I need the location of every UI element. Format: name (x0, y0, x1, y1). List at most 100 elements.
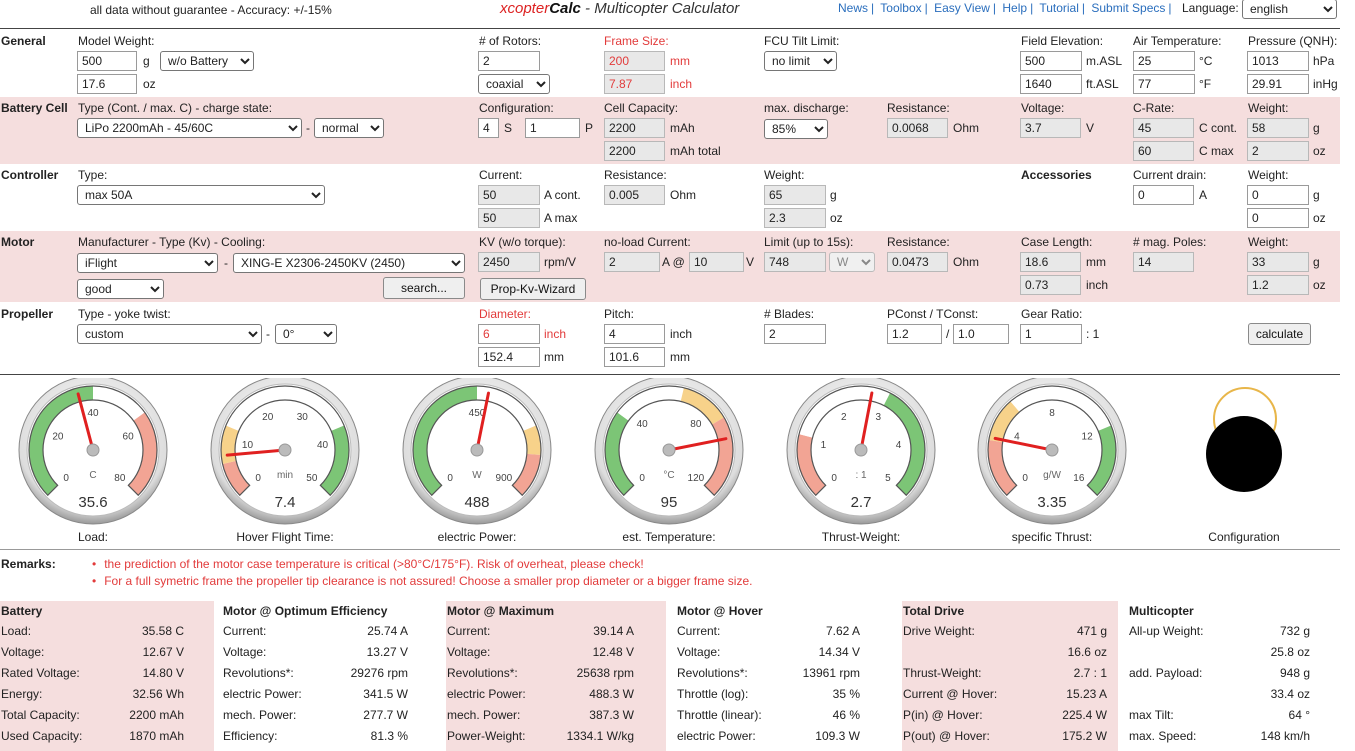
capacity-total-input[interactable] (604, 141, 665, 161)
max-discharge-label: max. discharge: (764, 101, 849, 115)
unit-a-cont: A cont. (544, 188, 581, 202)
kv-input[interactable] (478, 252, 540, 272)
limit-input[interactable] (764, 252, 826, 272)
battery-mode-select[interactable]: w/o Battery (160, 51, 254, 71)
parallel-input[interactable] (525, 118, 580, 138)
result-label: electric Power: (677, 729, 756, 743)
nav-submit-specs[interactable]: Submit Specs (1091, 1, 1165, 15)
nav-easy-view[interactable]: Easy View (934, 1, 990, 15)
model-weight-oz-input[interactable] (77, 74, 137, 94)
result-label: Current: (223, 624, 267, 638)
elevation-m-input[interactable] (1020, 51, 1082, 71)
pitch-mm-input[interactable] (604, 347, 665, 367)
prop-kv-wizard-button[interactable]: Prop-Kv-Wizard (480, 278, 586, 300)
controller-weight-oz-input[interactable] (764, 208, 826, 228)
frame-inch-input[interactable] (604, 74, 665, 94)
frame-mm-input[interactable] (604, 51, 665, 71)
gauge-unit: min (277, 470, 293, 481)
battery-resistance-input[interactable] (887, 118, 948, 138)
unit-mm: mm (670, 350, 690, 364)
motor-resistance-input[interactable] (887, 252, 948, 272)
current-max-input[interactable] (478, 208, 540, 228)
nav-toolbox[interactable]: Toolbox (880, 1, 921, 15)
controller-resistance-input[interactable] (604, 185, 665, 205)
result-label: Drive Weight: (903, 624, 975, 638)
rotor-layout-select[interactable]: coaxial (478, 74, 550, 94)
gauge-value: 35.6 (78, 494, 108, 511)
pconst-input[interactable] (887, 324, 942, 344)
language-select[interactable]: english (1242, 0, 1337, 19)
diameter-mm-input[interactable] (478, 347, 540, 367)
mag-poles-input[interactable] (1133, 252, 1194, 272)
nav-tutorial[interactable]: Tutorial (1039, 1, 1079, 15)
result-label: max. Speed: (1129, 729, 1197, 743)
section-motor: Motor (1, 235, 35, 249)
c-cont-input[interactable] (1133, 118, 1194, 138)
cooling-select[interactable]: good (77, 279, 164, 299)
gauge-value: 7.4 (274, 494, 296, 511)
controller-weight-g-input[interactable] (764, 185, 826, 205)
model-weight-g-input[interactable] (77, 51, 137, 71)
fcu-tilt-select[interactable]: no limit (764, 51, 837, 71)
unit-rpmv: rpm/V (544, 255, 577, 269)
unit-inch: inch (1086, 278, 1109, 292)
series-input[interactable] (478, 118, 499, 138)
limit-unit-select[interactable]: W (829, 252, 875, 272)
blades-label: # Blades: (764, 307, 815, 321)
battery-weight-oz-input[interactable] (1247, 141, 1309, 161)
nav-news[interactable]: News (838, 1, 868, 15)
accessory-weight-oz-input[interactable] (1247, 208, 1309, 228)
results-column-title: Multicopter (1129, 604, 1194, 618)
capacity-input[interactable] (604, 118, 665, 138)
blades-input[interactable] (764, 324, 826, 344)
calculate-button[interactable]: calculate (1248, 323, 1311, 345)
accessory-weight-g-input[interactable] (1247, 185, 1309, 205)
unit-oz: oz (143, 77, 156, 91)
case-length-inch-input[interactable] (1020, 275, 1081, 295)
current-drain-input[interactable] (1133, 185, 1194, 205)
gauge-tick-label: 80 (690, 419, 702, 430)
noload-voltage-input[interactable] (689, 252, 744, 272)
charge-state-select[interactable]: normal (314, 118, 384, 138)
controller-type-select[interactable]: max 50A (77, 185, 325, 205)
gauge-tick-label: 20 (52, 431, 64, 442)
rotors-input[interactable] (478, 51, 540, 71)
unit-mm: mm (1086, 255, 1106, 269)
air-temp-f-input[interactable] (1133, 74, 1195, 94)
max-discharge-select[interactable]: 85% (764, 119, 828, 139)
pressure-hpa-input[interactable] (1247, 51, 1309, 71)
current-cont-input[interactable] (478, 185, 540, 205)
fcu-tilt-label: FCU Tilt Limit: (764, 34, 840, 48)
manufacturer-select[interactable]: iFlight (77, 253, 218, 273)
prop-type-select[interactable]: custom (77, 324, 262, 344)
motor-weight-g-input[interactable] (1247, 252, 1309, 272)
gauge-tick-label: 1 (821, 440, 827, 451)
case-length-mm-input[interactable] (1020, 252, 1081, 272)
results-column: Motor @ Optimum Efficiency Current: 25.74 … (222, 601, 444, 751)
noload-current-input[interactable] (604, 252, 660, 272)
nav-help[interactable]: Help (1002, 1, 1027, 15)
result-label: Voltage: (447, 645, 491, 659)
search-button[interactable]: search... (383, 277, 465, 299)
elevation-ft-input[interactable] (1020, 74, 1082, 94)
result-label: mech. Power: (223, 708, 297, 722)
unit-inch: inch (670, 327, 693, 341)
battery-type-select[interactable]: LiPo 2200mAh - 45/60C (77, 118, 302, 138)
rotors-label: # of Rotors: (479, 34, 542, 48)
yoke-twist-select[interactable]: 0° (275, 324, 337, 344)
gauge-unit: W (472, 470, 482, 481)
battery-weight-g-input[interactable] (1247, 118, 1309, 138)
diameter-inch-input[interactable] (478, 324, 540, 344)
motor-type-label: Manufacturer - Type (Kv) - Cooling: (78, 235, 266, 249)
tconst-input[interactable] (953, 324, 1009, 344)
cell-voltage-input[interactable] (1020, 118, 1081, 138)
c-max-input[interactable] (1133, 141, 1194, 161)
motor-model-select[interactable]: XING-E X2306-2450KV (2450) (233, 253, 465, 273)
pressure-inhg-input[interactable] (1247, 74, 1309, 94)
air-temp-c-input[interactable] (1133, 51, 1195, 71)
gear-ratio-input[interactable] (1020, 324, 1082, 344)
elevation-label: Field Elevation: (1021, 34, 1104, 48)
current-drain-label: Current drain: (1133, 168, 1207, 182)
motor-weight-oz-input[interactable] (1247, 275, 1309, 295)
pitch-inch-input[interactable] (604, 324, 665, 344)
